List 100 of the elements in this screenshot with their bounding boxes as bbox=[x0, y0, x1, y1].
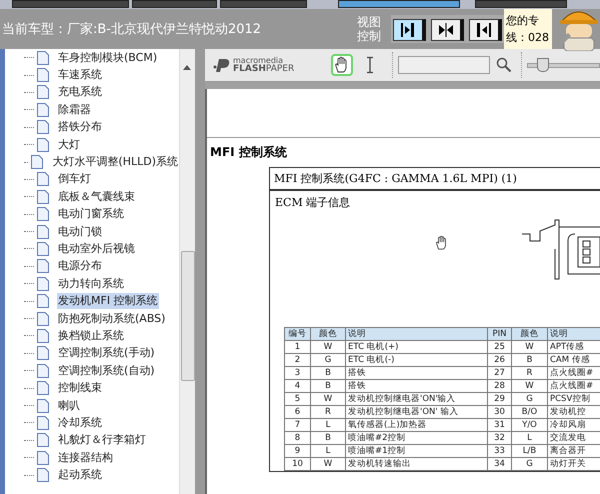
table-cell: 5 bbox=[284, 392, 310, 406]
search-icon[interactable] bbox=[496, 57, 512, 73]
tree-item[interactable]: 电动室外后视镜 bbox=[57, 240, 136, 257]
notice-text: 您的专 bbox=[506, 13, 540, 29]
tree-item[interactable]: 冷却系统 bbox=[57, 414, 103, 431]
document-icon bbox=[37, 85, 49, 100]
document-icon bbox=[37, 468, 49, 482]
document-icon bbox=[37, 120, 49, 134]
document-icon bbox=[37, 102, 49, 117]
table-cell: R bbox=[310, 406, 346, 418]
document-icon bbox=[37, 259, 49, 274]
table-cell: B bbox=[310, 380, 346, 392]
split-view-icon bbox=[437, 21, 455, 39]
column-header: 颜色 bbox=[512, 328, 548, 340]
table-cell: 发动机控制继电器'ON'输入 bbox=[346, 392, 488, 406]
logo-icon bbox=[213, 57, 231, 73]
tree-item[interactable]: 起动系统 bbox=[57, 467, 103, 484]
zoom-slider-thumb[interactable] bbox=[536, 58, 549, 72]
view-button[interactable] bbox=[393, 19, 426, 41]
document-icon bbox=[37, 433, 49, 448]
document-icon bbox=[37, 242, 49, 256]
table-cell: L bbox=[310, 444, 346, 458]
view-button[interactable] bbox=[469, 19, 502, 41]
table-cell: 点火线圈# bbox=[548, 366, 600, 380]
column-header: PIN bbox=[488, 328, 512, 340]
table-cell: 1 bbox=[284, 340, 310, 354]
table-cell: 34 bbox=[488, 458, 512, 470]
table-cell: G bbox=[512, 458, 548, 470]
document-icon bbox=[37, 138, 49, 152]
tree-item[interactable]: 连接器结构 bbox=[57, 450, 114, 466]
tree-item[interactable]: 发动机MFI 控制系统 bbox=[57, 293, 159, 310]
tree-item[interactable]: 空调控制系统(手动) bbox=[57, 345, 156, 362]
table-cell: L/B bbox=[512, 444, 548, 458]
tree-item[interactable]: 搭铁分布 bbox=[57, 119, 103, 136]
table-cell: 4 bbox=[284, 380, 310, 392]
view-control-label: 视图控制 bbox=[357, 15, 382, 43]
table-cell: 搭铁 bbox=[346, 366, 488, 380]
diagram-title: MFI 控制系统(G4FC : GAMMA 1.6L MPI) (1) bbox=[270, 168, 600, 191]
table-cell: 29 bbox=[488, 392, 512, 406]
table-cell: 9 bbox=[284, 444, 310, 458]
tree-item[interactable]: 车身控制模块(BCM) bbox=[57, 50, 158, 66]
tree-item[interactable]: 动力转向系统 bbox=[57, 276, 125, 292]
table-cell: 冷却风扇 bbox=[548, 418, 600, 432]
column-header: 编号 bbox=[284, 328, 310, 340]
document-icon bbox=[37, 416, 49, 430]
arrow-bar-icon bbox=[475, 21, 493, 39]
table-cell: G bbox=[512, 392, 548, 406]
document-icon bbox=[37, 450, 49, 465]
tree-item[interactable]: 除霜器 bbox=[57, 102, 92, 118]
table-cell: 32 bbox=[488, 432, 512, 444]
table-cell: B bbox=[310, 432, 346, 444]
tree-item[interactable]: 换档锁止系统 bbox=[57, 328, 125, 344]
text-cursor-icon bbox=[365, 56, 375, 74]
hand-cursor-icon bbox=[435, 235, 449, 251]
search-field[interactable] bbox=[398, 56, 490, 74]
tree-item[interactable]: 防抱死制动系统(ABS) bbox=[57, 310, 166, 327]
document-icon bbox=[37, 190, 49, 204]
tree-item[interactable]: 倒车灯 bbox=[57, 171, 92, 188]
scroll-thumb[interactable] bbox=[181, 251, 195, 381]
tree-item[interactable]: 电源分布 bbox=[57, 258, 103, 274]
table-cell: L bbox=[310, 418, 346, 432]
table-cell: 6 bbox=[284, 406, 310, 418]
document-icon bbox=[37, 294, 49, 308]
tree-item[interactable]: 底板＆气囊线束 bbox=[57, 188, 136, 205]
table-cell: 2 bbox=[284, 354, 310, 366]
tree-item[interactable]: 车速系统 bbox=[57, 67, 103, 84]
arrow-bar-icon bbox=[399, 21, 417, 39]
table-cell: PCSV控制 bbox=[548, 392, 600, 406]
table-cell: W bbox=[310, 340, 346, 354]
tree-item[interactable]: 控制线束 bbox=[57, 380, 103, 396]
tree-item[interactable]: 空调控制系统(自动) bbox=[57, 362, 156, 379]
view-button[interactable] bbox=[431, 19, 464, 41]
zoom-slider[interactable] bbox=[527, 58, 600, 72]
table-cell: B bbox=[310, 366, 346, 380]
table-cell: W bbox=[512, 380, 548, 392]
table-cell: 7 bbox=[284, 418, 310, 432]
table-cell: 离合器开 bbox=[548, 444, 600, 458]
table-cell: 28 bbox=[488, 380, 512, 392]
table-cell: 31 bbox=[488, 418, 512, 432]
table-cell: 氧传感器(上)加热器 bbox=[346, 418, 488, 432]
tree-item[interactable]: 喇叭 bbox=[57, 398, 81, 414]
table-cell: 8 bbox=[284, 432, 310, 444]
hand-tool-button[interactable] bbox=[331, 54, 353, 76]
tree-item[interactable]: 电动门锁 bbox=[57, 224, 103, 240]
document-icon bbox=[37, 398, 49, 412]
tree-item[interactable]: 大灯 bbox=[57, 136, 81, 153]
tree-item[interactable]: 电动门窗系统 bbox=[57, 206, 125, 222]
tree-item[interactable]: 充电系统 bbox=[57, 84, 103, 100]
logo-product: FLASHPAPER bbox=[233, 65, 294, 74]
scrollbar[interactable] bbox=[179, 49, 195, 494]
scroll-up-icon[interactable] bbox=[183, 65, 191, 70]
table-cell: Y/O bbox=[512, 418, 548, 432]
document-icon bbox=[37, 276, 49, 291]
table-cell: 交流发电 bbox=[548, 432, 600, 444]
table-cell: 25 bbox=[488, 340, 512, 354]
tree-item[interactable]: 大灯水平调整(HLLD)系统 bbox=[51, 154, 179, 170]
table-cell: 30 bbox=[488, 406, 512, 418]
tree-item[interactable]: 礼貌灯＆行李箱灯 bbox=[57, 432, 147, 448]
table-cell: ETC 电机(-) bbox=[346, 354, 488, 366]
table-cell: W bbox=[310, 392, 346, 406]
